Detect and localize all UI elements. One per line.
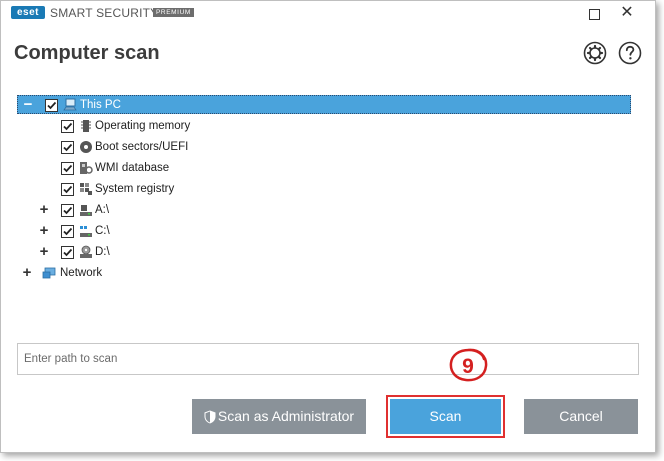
maximize-button[interactable] <box>577 2 611 24</box>
expand-icon[interactable]: + <box>38 201 50 220</box>
help-icon[interactable] <box>618 41 642 65</box>
tree-label: System registry <box>95 183 175 195</box>
shield-icon <box>204 410 216 424</box>
disc-icon <box>80 141 92 153</box>
checkbox-boot-sectors[interactable] <box>61 141 74 154</box>
tree-label: C:\ <box>95 225 110 237</box>
tree-label: Network <box>60 267 103 279</box>
tree-label: This PC <box>80 99 121 111</box>
checkbox-drive-d[interactable] <box>61 246 74 259</box>
cancel-button[interactable]: Cancel <box>524 399 638 434</box>
memory-icon <box>81 120 91 132</box>
expand-icon[interactable]: + <box>38 222 50 241</box>
scan-button[interactable]: Scan <box>390 399 501 434</box>
checkbox-drive-c[interactable] <box>61 225 74 238</box>
tree-label: Operating memory <box>95 120 191 132</box>
checkbox-this-pc[interactable] <box>45 99 58 112</box>
drive-icon <box>80 226 92 237</box>
edition-badge: PREMIUM <box>153 8 194 17</box>
scan-path-input[interactable] <box>17 343 639 375</box>
network-icon <box>42 267 56 279</box>
tree-node-network[interactable]: + Network <box>17 264 631 283</box>
tree-node-this-pc[interactable]: − This PC <box>17 95 631 114</box>
close-icon: ✕ <box>620 4 634 21</box>
close-button[interactable]: ✕ <box>610 2 644 24</box>
optical-drive-icon <box>80 245 92 258</box>
tree-label: D:\ <box>95 246 110 258</box>
checkbox-operating-memory[interactable] <box>61 120 74 133</box>
tree-node-system-registry[interactable]: System registry <box>17 180 631 199</box>
checkbox-system-registry[interactable] <box>61 183 74 196</box>
tree-label: A:\ <box>95 204 110 216</box>
title-bar: eset SMART SECURITY PREMIUM ✕ <box>1 1 655 25</box>
step-number-badge: 9 <box>449 348 488 382</box>
maximize-icon <box>588 8 600 20</box>
registry-icon <box>80 183 92 195</box>
tree-node-operating-memory[interactable]: Operating memory <box>17 117 631 136</box>
tree-node-boot-sectors[interactable]: Boot sectors/UEFI <box>17 138 631 157</box>
tree-node-drive-d[interactable]: + D:\ <box>17 243 631 262</box>
tree-label: Boot sectors/UEFI <box>95 141 189 153</box>
scan-as-administrator-label: Scan as Administrator <box>217 408 355 424</box>
tree-node-wmi-database[interactable]: WMI database <box>17 159 631 178</box>
checkbox-drive-a[interactable] <box>61 204 74 217</box>
tree-label: WMI database <box>95 162 170 174</box>
step-number: 9 <box>462 355 474 378</box>
expand-icon[interactable]: + <box>38 243 50 262</box>
scan-target-tree: − This PC Operating memory Boot sectors/… <box>17 93 631 323</box>
tree-node-drive-c[interactable]: + C:\ <box>17 222 631 241</box>
page-title: Computer scan <box>14 42 160 64</box>
drive-icon <box>80 205 92 216</box>
collapse-icon[interactable]: − <box>22 96 34 115</box>
tree-node-drive-a[interactable]: + A:\ <box>17 201 631 220</box>
product-name: SMART SECURITY <box>50 6 159 20</box>
database-icon <box>80 162 93 174</box>
expand-icon[interactable]: + <box>21 264 33 283</box>
scan-as-administrator-button[interactable]: Scan as Administrator <box>192 399 366 434</box>
computer-icon <box>63 98 77 111</box>
eset-logo: eset <box>11 6 45 19</box>
gear-icon[interactable] <box>583 41 607 65</box>
eset-window: eset SMART SECURITY PREMIUM ✕ Computer s… <box>0 0 656 453</box>
checkbox-wmi-database[interactable] <box>61 162 74 175</box>
